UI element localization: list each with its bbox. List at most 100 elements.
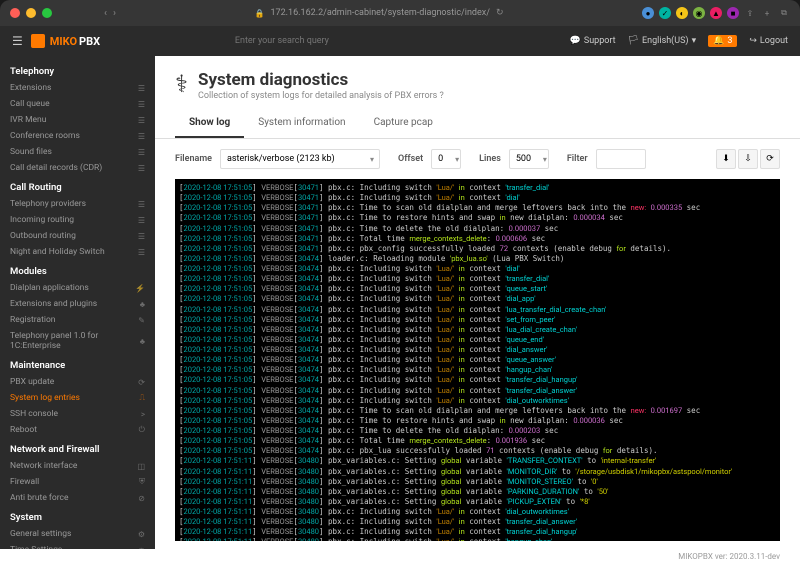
sidebar-item-icon: ☰ bbox=[138, 148, 145, 157]
logout-icon: ↪ bbox=[749, 36, 757, 46]
menu-icon[interactable]: ☰ bbox=[12, 34, 23, 48]
sidebar-item-icon: ⊘ bbox=[138, 494, 145, 503]
sidebar-item[interactable]: Extensions and plugins♣ bbox=[0, 296, 155, 312]
sidebar-item[interactable]: Call queue☰ bbox=[0, 96, 155, 112]
sidebar-item[interactable]: Telephony providers ☰ bbox=[0, 196, 155, 212]
sidebar-item[interactable]: Extensions☰ bbox=[0, 80, 155, 96]
nav-forward-icon[interactable]: › bbox=[113, 8, 116, 19]
minimize-window-icon[interactable] bbox=[26, 8, 36, 18]
page-subtitle: Collection of system logs for detailed a… bbox=[198, 91, 444, 101]
chevron-down-icon[interactable]: ▾ bbox=[455, 155, 459, 164]
sidebar-group-header: Network and Firewall bbox=[0, 438, 155, 458]
ext-icon[interactable]: ■ bbox=[727, 7, 739, 19]
sidebar-item-icon: ☰ bbox=[138, 216, 145, 225]
sidebar-item[interactable]: Registration✎ bbox=[0, 312, 155, 328]
sidebar-item-icon: ☰ bbox=[138, 100, 145, 109]
logo-icon bbox=[31, 34, 45, 48]
filter-input[interactable] bbox=[596, 149, 646, 169]
share-icon[interactable]: ⇪ bbox=[744, 7, 756, 19]
sidebar-item-label: System log entries bbox=[10, 393, 80, 403]
ext-icon[interactable]: ✓ bbox=[659, 7, 671, 19]
sidebar-item-icon: > bbox=[141, 410, 145, 419]
sidebar-item[interactable]: Dialplan applications⚡ bbox=[0, 280, 155, 296]
ext-icon[interactable]: ● bbox=[642, 7, 654, 19]
sidebar-group-header: System bbox=[0, 506, 155, 526]
sidebar-item-icon: ☰ bbox=[138, 200, 145, 209]
ext-icon[interactable]: ◉ bbox=[693, 7, 705, 19]
sidebar-item-icon: ☰ bbox=[138, 84, 145, 93]
sidebar-item[interactable]: Network interface◫ bbox=[0, 458, 155, 474]
tab[interactable]: Show log bbox=[175, 109, 244, 138]
tab[interactable]: System information bbox=[244, 109, 359, 138]
sidebar-item[interactable]: Incoming routing☰ bbox=[0, 212, 155, 228]
log-viewer[interactable]: [2020-12-08 17:51:05] VERBOSE[30471] pbx… bbox=[175, 179, 780, 541]
ext-icon[interactable]: ▲ bbox=[710, 7, 722, 19]
sidebar-item-label: Anti brute force bbox=[10, 493, 69, 503]
sidebar-item[interactable]: Night and Holiday Switch ☰ bbox=[0, 244, 155, 260]
sidebar-item[interactable]: Telephony panel 1.0 for 1C:Enterprise♣ bbox=[0, 328, 155, 354]
sidebar-item-label: Night and Holiday Switch bbox=[10, 247, 105, 257]
filename-label: Filename bbox=[175, 154, 212, 164]
tabs-nav: Show logSystem informationCapture pcap bbox=[155, 109, 800, 139]
sidebar-item-label: Network interface bbox=[10, 461, 77, 471]
log-controls: Filename ▾ Offset ▾ Lines ▾ Filter ⬇ ⇩ ⟳ bbox=[155, 139, 800, 179]
sidebar-item-icon: ☰ bbox=[138, 116, 145, 125]
sidebar-item[interactable]: Conference rooms☰ bbox=[0, 128, 155, 144]
offset-label: Offset bbox=[398, 154, 423, 164]
sidebar-item[interactable]: PBX update⟳ bbox=[0, 374, 155, 390]
sidebar-item[interactable]: General settings⚙ bbox=[0, 526, 155, 542]
sidebar-group-header: Maintenance bbox=[0, 354, 155, 374]
sidebar-item-icon: ☰ bbox=[138, 164, 145, 173]
sidebar-item-label: IVR Menu bbox=[10, 115, 46, 125]
tabs-icon[interactable]: ⧉ bbox=[778, 7, 790, 19]
sidebar-item-icon: ☰ bbox=[138, 248, 145, 257]
download-alt-button[interactable]: ⇩ bbox=[738, 149, 758, 169]
logout-button[interactable]: ↪Logout bbox=[749, 36, 788, 46]
main-content: ⚕ System diagnostics Collection of syste… bbox=[155, 56, 800, 549]
refresh-button[interactable]: ⟳ bbox=[760, 149, 780, 169]
sidebar-item[interactable]: Time Settings◷ bbox=[0, 542, 155, 549]
tab[interactable]: Capture pcap bbox=[360, 109, 447, 138]
sidebar-item-label: Registration bbox=[10, 315, 55, 325]
sidebar-item[interactable]: SSH console> bbox=[0, 406, 155, 422]
notifications-badge[interactable]: 🔔3 bbox=[708, 35, 737, 47]
sidebar-item[interactable]: Outbound routing☰ bbox=[0, 228, 155, 244]
sidebar-item-icon: ♣ bbox=[140, 300, 145, 309]
sidebar-item[interactable]: System log entries ⎍ bbox=[0, 390, 155, 406]
url-text: 172.16.162.2/admin-cabinet/system-diagno… bbox=[270, 8, 489, 18]
url-bar[interactable]: 🔒 172.16.162.2/admin-cabinet/system-diag… bbox=[122, 8, 636, 18]
maximize-window-icon[interactable] bbox=[42, 8, 52, 18]
sidebar-item[interactable]: Firewall⛨ bbox=[0, 474, 155, 490]
sidebar-item-icon: ⛨ bbox=[139, 477, 145, 487]
sidebar-item-label: PBX update bbox=[10, 377, 54, 387]
chevron-down-icon[interactable]: ▾ bbox=[370, 155, 374, 164]
ext-icon[interactable]: ◐ bbox=[676, 7, 688, 19]
download-button[interactable]: ⬇ bbox=[716, 149, 736, 169]
stethoscope-icon: ⚕ bbox=[175, 70, 188, 98]
sidebar-item-label: General settings bbox=[10, 529, 71, 539]
sidebar-item-label: Outbound routing bbox=[10, 231, 76, 241]
support-link[interactable]: 💬Support bbox=[570, 36, 616, 46]
sidebar-item-icon: ⎍ bbox=[139, 393, 145, 403]
nav-back-icon[interactable]: ‹ bbox=[104, 8, 107, 19]
language-selector[interactable]: 🏳English(US)▾ bbox=[628, 36, 696, 46]
search-input[interactable] bbox=[235, 36, 435, 46]
sidebar-item-label: Telephony panel 1.0 for 1C:Enterprise bbox=[10, 331, 140, 351]
sidebar-item-label: Telephony providers bbox=[10, 199, 86, 209]
close-window-icon[interactable] bbox=[10, 8, 20, 18]
sidebar-item[interactable]: IVR Menu ☰ bbox=[0, 112, 155, 128]
sidebar-nav: TelephonyExtensions☰Call queue☰ IVR Menu ☰… bbox=[0, 56, 155, 549]
reload-icon[interactable]: ↻ bbox=[496, 8, 504, 18]
sidebar-group-header: Telephony bbox=[0, 60, 155, 80]
sidebar-item[interactable]: Reboot⏻ bbox=[0, 422, 155, 438]
sidebar-item[interactable]: Sound files ☰ bbox=[0, 144, 155, 160]
sidebar-item-label: Sound files bbox=[10, 147, 52, 157]
add-icon[interactable]: + bbox=[761, 7, 773, 19]
logo[interactable]: MIKOPBX bbox=[31, 34, 100, 48]
chevron-down-icon[interactable]: ▾ bbox=[543, 155, 547, 164]
filename-select[interactable] bbox=[220, 149, 380, 169]
sidebar-item[interactable]: Anti brute force ⊘ bbox=[0, 490, 155, 506]
sidebar-item[interactable]: Call detail records (CDR)☰ bbox=[0, 160, 155, 176]
filter-label: Filter bbox=[567, 154, 588, 164]
bell-icon: 🔔 bbox=[713, 36, 724, 46]
